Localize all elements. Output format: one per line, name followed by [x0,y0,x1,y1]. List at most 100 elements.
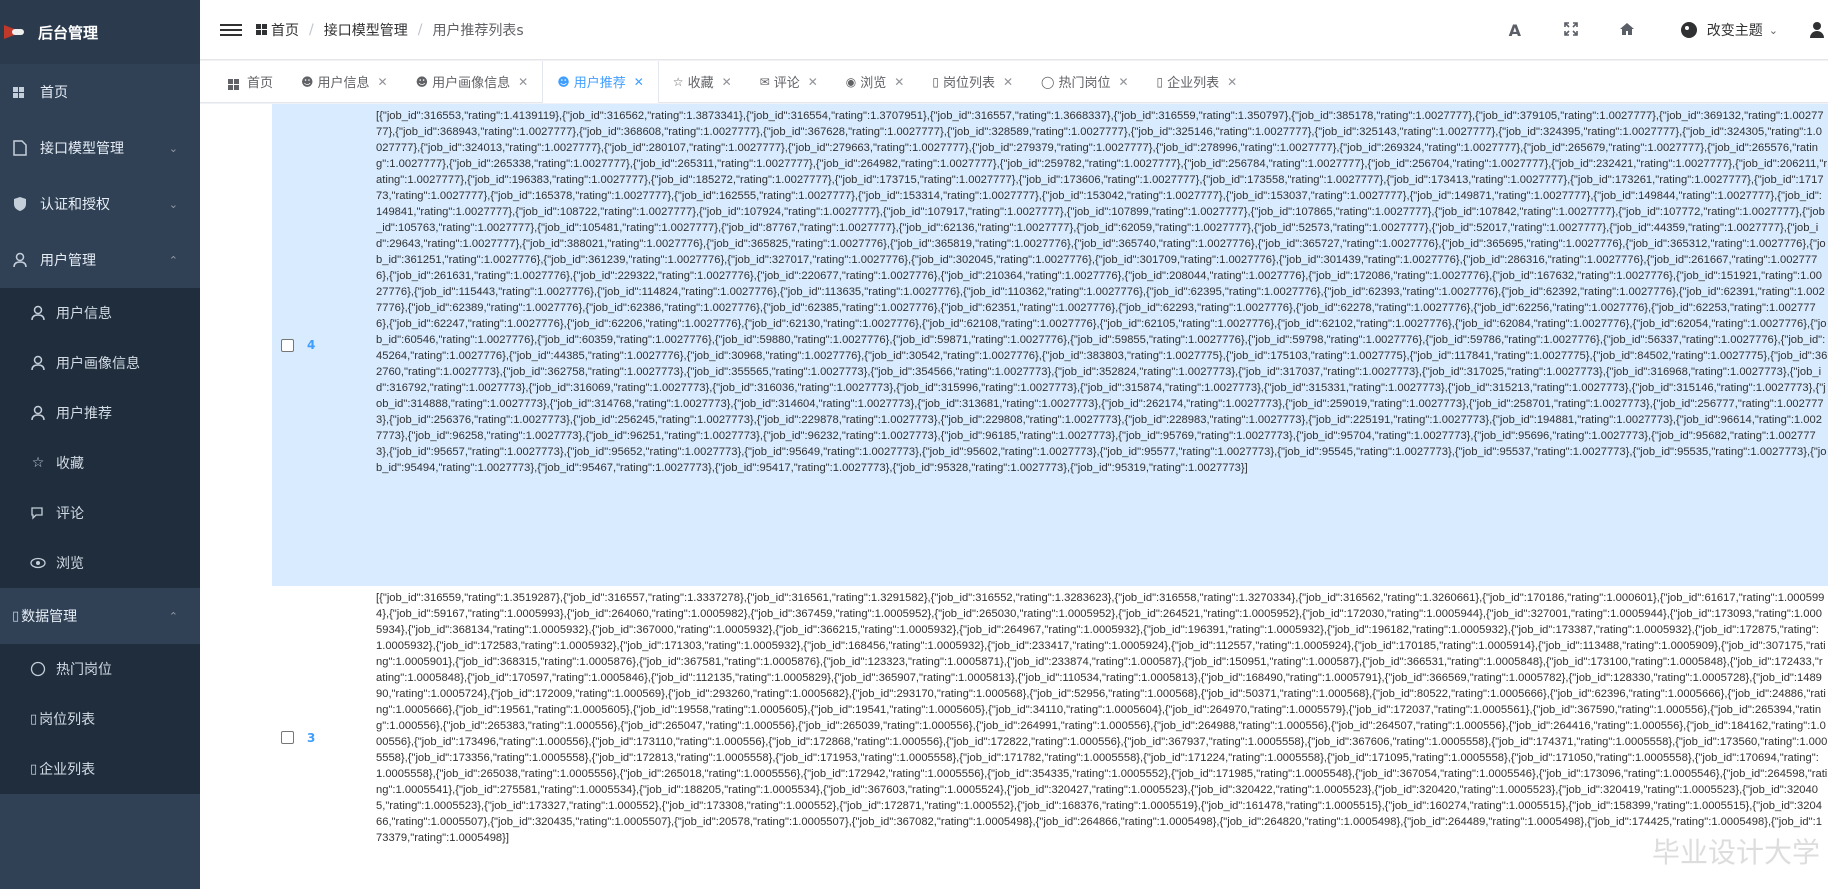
breadcrumb-home[interactable]: 首页 [271,20,299,40]
theme-dropdown[interactable]: 改变主题 ⌄ [1680,20,1778,40]
grid-icon [256,24,267,35]
chevron-up-icon: ⌃ [168,610,178,623]
close-icon[interactable]: ✕ [518,75,528,89]
sidebar-item-label: 热门岗位 [56,662,112,678]
data-submenu: 热门岗位 ▯ 岗位列表 ▯ 企业列表 [0,644,200,794]
user-icon: ☻ [557,74,570,89]
tab-browse[interactable]: ◉ 浏览 ✕ [832,61,919,102]
main-content: 4 [{"job_id":316553,"rating":1.4139119},… [200,104,1828,889]
row-checkbox-cell [272,104,302,586]
palette-icon [1680,22,1697,38]
comment-icon: ✉ [759,74,770,89]
breadcrumb: 首页 / 接口模型管理 / 用户推荐列表s [256,20,524,40]
sidebar-logo[interactable]: 后台管理 [0,0,200,64]
placeholder-icon: ▯ [932,74,939,89]
close-icon[interactable]: ✕ [722,75,732,89]
tab-user-portrait[interactable]: ☻ 用户画像信息 ✕ [402,61,543,102]
table-left-gutter [200,104,272,889]
sidebar-item-user-management[interactable]: 用户管理 ⌃ [0,232,200,288]
row-id[interactable]: 3 [302,586,376,889]
sidebar-item-favorites[interactable]: ☆ 收藏 [0,438,200,488]
star-icon: ☆ [672,74,684,89]
tab-user-info[interactable]: ☻ 用户信息 ✕ [287,61,402,102]
placeholder-icon: ▯ [30,761,38,777]
theme-label: 改变主题 [1706,23,1763,39]
row-id[interactable]: 4 [302,104,376,586]
sidebar-item-company-list[interactable]: ▯ 企业列表 [0,744,200,794]
tab-home[interactable]: 首页 [214,61,287,102]
tab-user-recommend[interactable]: ☻ 用户推荐 ✕ [542,61,659,103]
tab-favorites[interactable]: ☆ 收藏 ✕ [659,61,746,102]
chevron-down-icon: ⌄ [168,142,178,155]
hamburger-icon[interactable] [220,23,242,36]
tab-hot-jobs[interactable]: ◯ 热门岗位 ✕ [1027,61,1143,102]
row-checkbox[interactable] [280,731,294,744]
user-icon [12,252,28,268]
close-icon[interactable]: ✕ [378,75,388,89]
tab-comments[interactable]: ✉ 评论 ✕ [746,61,832,102]
top-header: 首页 / 接口模型管理 / 用户推荐列表s A 改变主题 ⌄ [200,0,1828,60]
comment-icon [30,505,46,521]
circle-icon [30,661,46,677]
tab-label: 用户画像信息 [432,76,511,91]
close-icon[interactable]: ✕ [894,75,904,89]
close-icon[interactable]: ✕ [634,75,644,89]
table-row[interactable]: 3 [{"job_id":316559,"rating":1.3519287},… [272,586,1828,889]
eye-icon [30,555,46,571]
recommendation-json: [{"job_id":316553,"rating":1.4139119},{"… [376,110,1828,474]
recommendation-json: [{"job_id":316559,"rating":1.3519287},{"… [376,592,1828,844]
fullscreen-icon[interactable] [1559,21,1583,40]
sidebar-item-data-management[interactable]: ▯ 数据管理 ⌃ [0,588,200,644]
logo-icon [4,25,28,39]
sidebar-item-hot-jobs[interactable]: 热门岗位 [0,644,200,694]
tab-label: 收藏 [687,76,714,91]
tab-label: 首页 [247,76,274,91]
sidebar-item-label: 数据管理 [21,609,78,625]
user-icon [30,355,46,371]
sidebar-item-label: 用户管理 [40,253,96,269]
app-title: 后台管理 [38,23,99,42]
close-icon[interactable]: ✕ [1227,75,1237,89]
close-icon[interactable]: ✕ [1118,75,1128,89]
table-row[interactable]: 4 [{"job_id":316553,"rating":1.4139119},… [272,104,1828,586]
document-icon [12,140,28,156]
tab-label: 热门岗位 [1058,76,1111,91]
font-size-icon[interactable]: A [1503,21,1527,40]
breadcrumb-separator: / [417,21,423,38]
sidebar-item-label: 接口模型管理 [40,141,124,157]
sidebar-item-job-list[interactable]: ▯ 岗位列表 [0,694,200,744]
sidebar-item-user-info[interactable]: 用户信息 [0,288,200,338]
sidebar-item-label: 首页 [40,85,68,101]
avatar[interactable] [1810,22,1824,38]
placeholder-icon: ▯ [30,711,38,727]
user-icon [30,305,46,321]
breadcrumb-api-models[interactable]: 接口模型管理 [324,20,408,40]
sidebar-item-label: 收藏 [56,456,84,472]
home-icon[interactable] [1615,21,1639,40]
breadcrumb-current: 用户推荐列表s [432,22,524,39]
chevron-down-icon: ⌄ [168,198,178,211]
grid-icon [228,73,243,90]
sidebar-item-user-portrait[interactable]: 用户画像信息 [0,338,200,388]
sidebar-item-auth[interactable]: 认证和授权 ⌄ [0,176,200,232]
sidebar-item-comments[interactable]: 评论 [0,488,200,538]
sidebar-item-browse[interactable]: 浏览 [0,538,200,588]
placeholder-icon: ▯ [1156,74,1164,89]
tab-label: 企业列表 [1167,76,1220,91]
sidebar-item-home[interactable]: 首页 [0,64,200,120]
user-submenu: 用户信息 用户画像信息 用户推荐 ☆ 收藏 评论 浏览 [0,288,200,588]
tab-label: 评论 [773,76,800,91]
sidebar-item-user-recommend[interactable]: 用户推荐 [0,388,200,438]
star-icon: ☆ [31,455,45,471]
row-checkbox[interactable] [280,338,294,352]
close-icon[interactable]: ✕ [808,75,818,89]
tab-job-list[interactable]: ▯ 岗位列表 ✕ [918,61,1027,102]
close-icon[interactable]: ✕ [1003,75,1013,89]
sidebar-item-label: 用户画像信息 [56,356,140,372]
header-actions: A 改变主题 ⌄ [1487,0,1828,60]
tab-company-list[interactable]: ▯ 企业列表 ✕ [1143,61,1252,102]
shield-icon [12,196,28,212]
user-icon: ☻ [301,74,314,89]
sidebar-item-api-models[interactable]: 接口模型管理 ⌄ [0,120,200,176]
grid-icon [12,84,28,100]
